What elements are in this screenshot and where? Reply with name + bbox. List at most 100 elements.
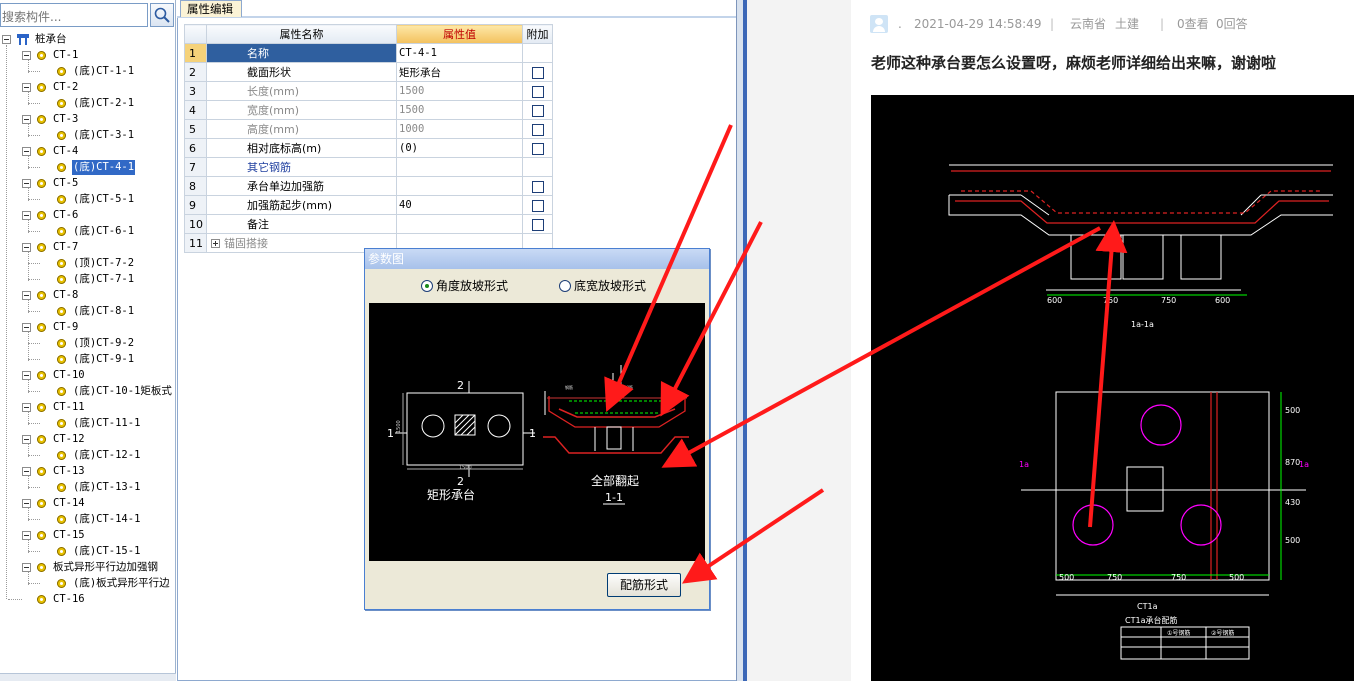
tree-node[interactable]: CT-15 [22, 528, 172, 543]
tree-leaf[interactable]: (底)CT-7-1 [28, 272, 176, 287]
property-value[interactable]: 1500 [396, 100, 523, 120]
tree-node[interactable]: CT-14 [22, 496, 172, 511]
tree-node[interactable]: CT-11 [22, 400, 172, 415]
dialog-title[interactable]: 参数图 [365, 249, 709, 269]
property-value[interactable] [396, 176, 523, 196]
avatar-icon[interactable] [870, 15, 888, 33]
tree-leaf[interactable]: (底)CT-14-1 [28, 512, 176, 527]
tree-leaf[interactable]: (底)CT-13-1 [28, 480, 176, 495]
attach-checkbox[interactable] [531, 199, 544, 212]
property-value[interactable]: CT-4-1 [396, 43, 523, 63]
collapse-icon[interactable] [22, 51, 31, 60]
property-value[interactable]: 1000 [396, 119, 523, 139]
tree-leaf[interactable]: (底)CT-3-1 [28, 128, 176, 143]
property-row[interactable]: 10 备注 [184, 214, 553, 234]
tree-horizontal-scrollbar[interactable] [0, 673, 176, 681]
collapse-icon[interactable] [22, 243, 31, 252]
attach-checkbox[interactable] [531, 104, 544, 117]
radio-bottom-width-slope[interactable]: 底宽放坡形式 [559, 279, 659, 293]
tree-leaf[interactable]: (底)CT-9-1 [28, 352, 176, 367]
tab-property-edit[interactable]: 属性编辑 [180, 0, 242, 17]
tree-node[interactable]: CT-2 [22, 80, 172, 95]
tree-node[interactable]: CT-6 [22, 208, 172, 223]
property-row[interactable]: 2 截面形状 矩形承台 [184, 62, 553, 82]
collapse-icon[interactable] [22, 563, 31, 572]
collapse-icon[interactable] [22, 323, 31, 332]
search-button[interactable] [150, 3, 174, 27]
expand-icon[interactable] [211, 239, 220, 248]
tree-leaf[interactable]: (底)CT-10-1矩板式 [28, 384, 176, 399]
tree-node[interactable]: CT-4 [22, 144, 172, 159]
radio-circle-checked[interactable] [421, 280, 433, 292]
tree-leaf[interactable]: (底)CT-6-1 [28, 224, 176, 239]
question-article: . 2021-04-29 14:58:49 | 云南省 土建 | 0查看 0回答… [851, 0, 1354, 681]
collapse-icon[interactable] [22, 147, 31, 156]
rebar-form-button[interactable]: 配筋形式 [607, 573, 681, 597]
collapse-icon[interactable] [22, 435, 31, 444]
tree-node[interactable]: CT-12 [22, 432, 172, 447]
tree-node[interactable]: CT-3 [22, 112, 172, 127]
property-row[interactable]: 1 名称 CT-4-1 [184, 43, 553, 63]
collapse-icon[interactable] [22, 467, 31, 476]
tree-leaf[interactable]: (底)CT-5-1 [28, 192, 176, 207]
tree-leaf[interactable]: (底)CT-2-1 [28, 96, 176, 111]
property-value[interactable]: 矩形承台 [396, 62, 523, 82]
property-row[interactable]: 7 其它钢筋 [184, 157, 553, 177]
tree-root[interactable]: 桩承台 [2, 32, 172, 47]
tree-leaf[interactable]: (底)CT-4-1 [28, 159, 176, 176]
tree-leaf[interactable]: (底)CT-12-1 [28, 448, 176, 463]
property-value[interactable]: (0) [396, 138, 523, 158]
tree-node[interactable]: CT-13 [22, 464, 172, 479]
tree-node[interactable]: CT-16 [8, 592, 172, 607]
attach-checkbox[interactable] [531, 85, 544, 98]
property-row[interactable]: 9 加强筋起步(mm) 40 [184, 195, 553, 215]
collapse-icon[interactable] [22, 179, 31, 188]
collapse-icon[interactable] [22, 83, 31, 92]
tree-node[interactable]: CT-5 [22, 176, 172, 191]
collapse-icon[interactable] [22, 115, 31, 124]
collapse-icon[interactable] [22, 499, 31, 508]
attach-checkbox[interactable] [531, 142, 544, 155]
radio-circle[interactable] [559, 280, 571, 292]
tree-node[interactable]: CT-8 [22, 288, 172, 303]
collapse-icon[interactable] [22, 531, 31, 540]
collapse-icon[interactable] [22, 211, 31, 220]
property-row[interactable]: 6 相对底标高(m) (0) [184, 138, 553, 158]
property-value[interactable]: 40 [396, 195, 523, 215]
tree-leaf[interactable]: (顶)CT-9-2 [28, 336, 176, 351]
component-icon [57, 227, 66, 236]
property-row[interactable]: 5 高度(mm) 1000 [184, 119, 553, 139]
tree-leaf-label: (底)CT-5-1 [73, 193, 135, 205]
search-input[interactable] [0, 3, 148, 27]
property-row[interactable]: 8 承台单边加强筋 [184, 176, 553, 196]
row-number: 9 [184, 195, 207, 215]
tree-leaf[interactable]: (底)CT-8-1 [28, 304, 176, 319]
property-value[interactable]: 1500 [396, 81, 523, 101]
property-value[interactable] [396, 157, 523, 177]
tree-node[interactable]: CT-1 [22, 48, 172, 63]
collapse-icon[interactable] [22, 371, 31, 380]
tree-node[interactable]: CT-10 [22, 368, 172, 383]
attach-checkbox[interactable] [531, 180, 544, 193]
tree-leaf[interactable]: (底)板式异形平行边 [28, 576, 176, 591]
tree-node-label: CT-6 [53, 209, 79, 221]
tree-leaf[interactable]: (底)CT-11-1 [28, 416, 176, 431]
tree-node[interactable]: CT-9 [22, 320, 172, 335]
attach-checkbox[interactable] [531, 218, 544, 231]
tree-node[interactable]: CT-7 [22, 240, 172, 255]
property-row[interactable]: 3 长度(mm) 1500 [184, 81, 553, 101]
radio-angle-slope[interactable]: 角度放坡形式 [421, 279, 521, 293]
tree-leaf[interactable]: (顶)CT-7-2 [28, 256, 176, 271]
attach-checkbox[interactable] [531, 66, 544, 79]
property-row[interactable]: 4 宽度(mm) 1500 [184, 100, 553, 120]
cad-drawing-image[interactable]: 600 750 750 600 1a-1a 500 750 750 500 50… [871, 95, 1354, 681]
property-vertical-scrollbar[interactable] [736, 0, 743, 681]
tree-leaf[interactable]: (底)CT-15-1 [28, 544, 176, 559]
property-value[interactable] [396, 214, 523, 234]
tree-node[interactable]: 板式异形平行边加强钢 [22, 560, 172, 575]
tree-leaf[interactable]: (底)CT-1-1 [28, 64, 176, 79]
collapse-icon[interactable] [2, 35, 11, 44]
attach-checkbox[interactable] [531, 123, 544, 136]
collapse-icon[interactable] [22, 403, 31, 412]
collapse-icon[interactable] [22, 291, 31, 300]
